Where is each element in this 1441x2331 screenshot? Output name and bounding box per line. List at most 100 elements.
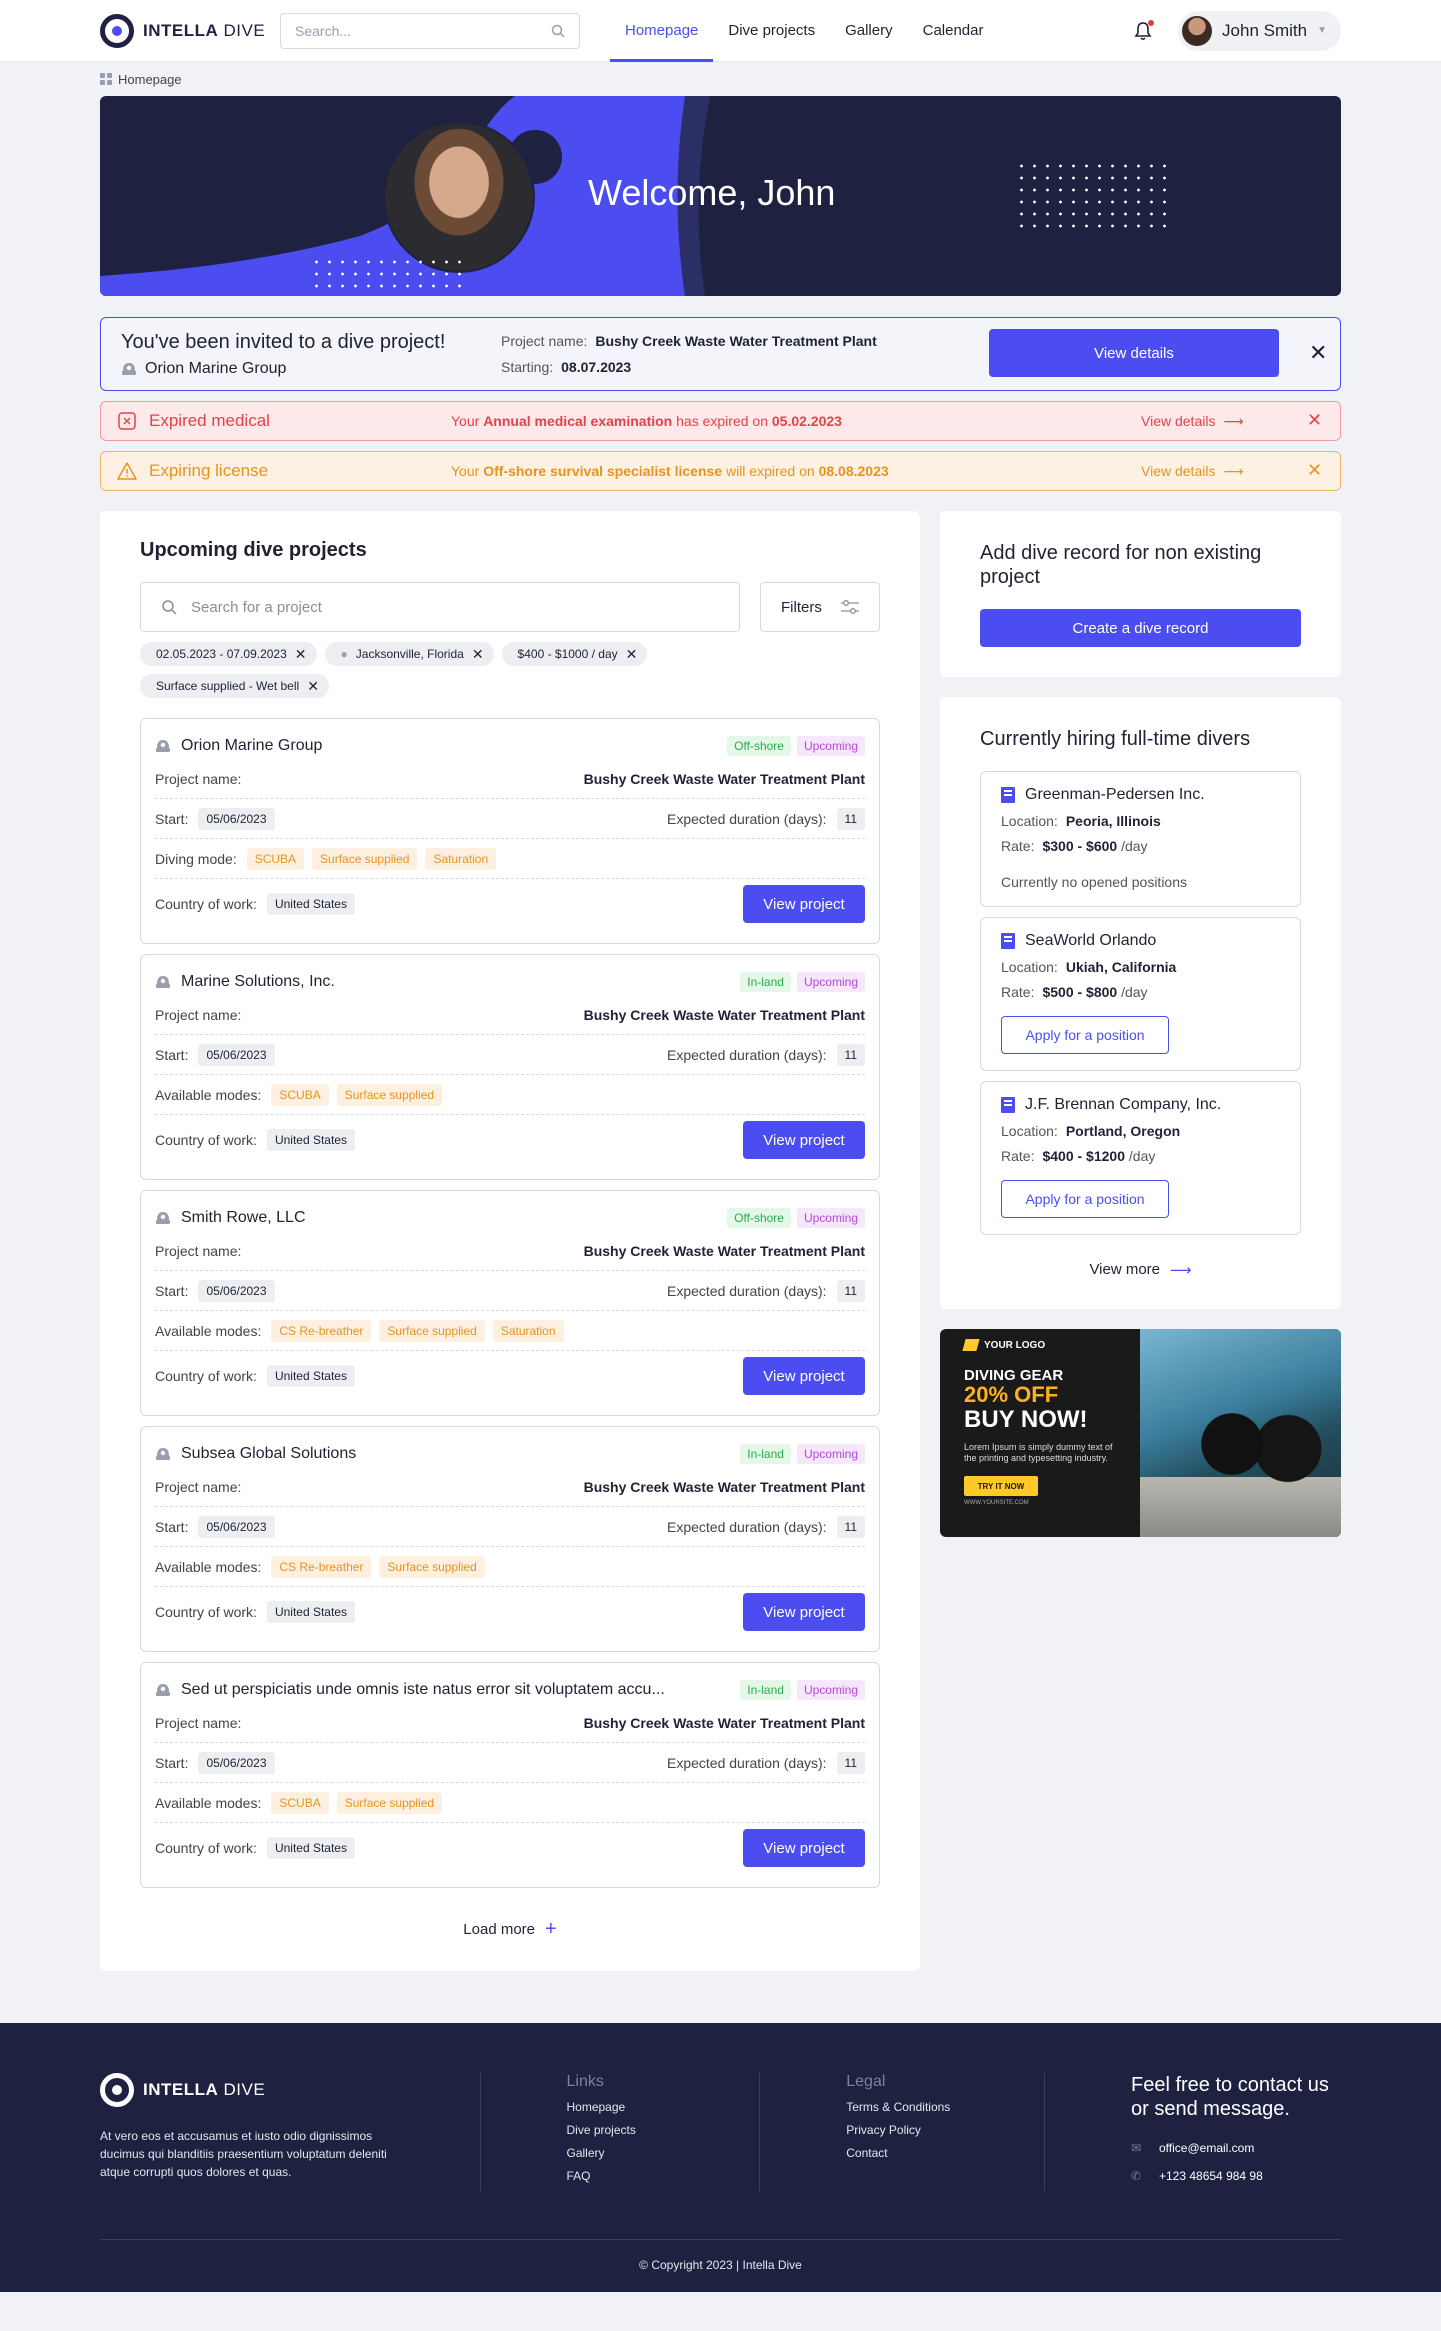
mode-tag: CS Re-breather: [271, 1555, 372, 1578]
view-project-button[interactable]: View project: [743, 1357, 865, 1395]
view-project-button[interactable]: View project: [743, 1121, 865, 1159]
status-badge: Upcoming: [796, 1444, 865, 1464]
view-project-button[interactable]: View project: [743, 885, 865, 923]
country-label: Country of work:: [155, 1132, 257, 1148]
view-project-button[interactable]: View project: [743, 1593, 865, 1631]
footer-link[interactable]: FAQ: [567, 2169, 760, 2183]
company-location: Portland, Oregon: [1065, 1123, 1181, 1139]
project-name-value: Bushy Creek Waste Water Treatment Plant: [583, 770, 865, 787]
user-menu[interactable]: John Smith ▼: [1178, 10, 1341, 51]
project-search-input[interactable]: Search for a project: [140, 582, 740, 632]
load-more-button[interactable]: Load more +: [140, 1918, 880, 1941]
invite-view-details-button[interactable]: View details: [989, 329, 1279, 377]
breadcrumb-current[interactable]: Homepage: [118, 72, 182, 87]
project-name-value: Bushy Creek Waste Water Treatment Plant: [583, 1006, 865, 1023]
footer-link[interactable]: Privacy Policy: [846, 2123, 1044, 2137]
start-date: 05/06/2023: [198, 1043, 275, 1066]
start-label: Start:: [155, 1754, 189, 1771]
company-name: Greenman-Pedersen Inc.: [1025, 786, 1205, 803]
project-org: Marine Solutions, Inc.: [181, 973, 335, 990]
chevron-down-icon: ▼: [1317, 25, 1327, 36]
footer-link[interactable]: Homepage: [567, 2100, 760, 2114]
nav-dive-projects[interactable]: Dive projects: [713, 0, 830, 62]
duration-label: Expected duration (days):: [667, 1046, 827, 1063]
notifications-button[interactable]: [1132, 19, 1155, 42]
upcoming-projects-panel: Upcoming dive projects Search for a proj…: [100, 511, 920, 1971]
duration-value: 11: [836, 1515, 865, 1538]
invite-banner: You've been invited to a dive project! O…: [100, 317, 1341, 391]
footer-description: At vero eos et accusamus et iusto odio d…: [100, 2129, 387, 2179]
start-label: Start:: [155, 810, 189, 827]
view-project-button[interactable]: View project: [743, 1829, 865, 1867]
search-input[interactable]: Search...: [280, 12, 580, 49]
dots-decoration: [1015, 160, 1175, 232]
mode-tag: SCUBA: [271, 1791, 329, 1814]
ad-button[interactable]: TRY IT NOW: [964, 1476, 1038, 1496]
footer-link[interactable]: Terms & Conditions: [846, 2100, 1044, 2114]
project-org: Sed ut perspiciatis unde omnis iste natu…: [181, 1681, 665, 1698]
close-icon[interactable]: ✕: [295, 646, 307, 663]
company-rate: $400 - $1200: [1042, 1148, 1125, 1164]
nav-homepage[interactable]: Homepage: [610, 0, 714, 62]
warning-icon: [117, 461, 137, 481]
create-dive-record-button[interactable]: Create a dive record: [980, 609, 1301, 647]
project-card: Subsea Global Solutions In-land Upcoming…: [140, 1426, 880, 1652]
welcome-heading: Welcome, John: [588, 172, 836, 213]
alert-title: Expired medical: [149, 411, 270, 430]
close-icon[interactable]: ✕: [626, 646, 638, 663]
duration-label: Expected duration (days):: [667, 810, 827, 827]
modes-label: Available modes:: [155, 1322, 262, 1339]
active-filter-chips: 02.05.2023 - 07.09.2023 ✕ ● Jacksonville, …: [140, 642, 740, 698]
arrow-right-icon: ⟶: [1223, 412, 1244, 429]
close-icon[interactable]: ✕: [1307, 461, 1322, 479]
country-value: United States: [266, 1837, 355, 1859]
filter-chip[interactable]: $400 - $1000 / day ✕: [501, 642, 648, 666]
logo-icon: [100, 13, 134, 48]
close-icon[interactable]: ✕: [1309, 342, 1327, 364]
close-icon[interactable]: ✕: [307, 678, 319, 695]
arrow-right-icon: ⟶: [1223, 462, 1244, 479]
breadcrumb: Homepage: [0, 62, 1441, 96]
filter-chip[interactable]: Surface supplied - Wet bell ✕: [140, 674, 329, 698]
contact-email[interactable]: ✉ office@email.com: [1131, 2141, 1341, 2155]
filters-button[interactable]: Filters: [760, 582, 880, 632]
filter-chip[interactable]: ● Jacksonville, Florida ✕: [324, 642, 494, 666]
footer-link[interactable]: Gallery: [567, 2146, 760, 2160]
alert-view-details-link[interactable]: View details ⟶: [1141, 463, 1244, 480]
project-name-label: Project name:: [155, 770, 242, 787]
user-name: John Smith: [1222, 20, 1308, 40]
duration-value: 11: [836, 807, 865, 830]
view-more-button[interactable]: View more ⟶: [980, 1261, 1301, 1279]
main-nav: Homepage Dive projects Gallery Calendar: [610, 0, 998, 62]
ad-cta-text: BUY NOW!: [964, 1406, 1088, 1433]
helmet-icon: [156, 1448, 170, 1460]
status-badge: Upcoming: [796, 736, 865, 756]
alert-view-details-link[interactable]: View details ⟶: [1141, 413, 1244, 430]
sliders-icon: [841, 600, 859, 614]
duration-value: 11: [836, 1751, 865, 1774]
footer-logo[interactable]: INTELLA DIVE: [100, 2073, 480, 2107]
apply-position-button[interactable]: Apply for a position: [1001, 1016, 1169, 1054]
close-icon[interactable]: ✕: [472, 646, 484, 663]
invite-project-value: Bushy Creek Waste Water Treatment Plant: [595, 333, 877, 349]
mode-tag: Saturation: [492, 1319, 564, 1342]
modes-label: Available modes:: [155, 1558, 262, 1575]
duration-label: Expected duration (days):: [667, 1518, 827, 1535]
apply-position-button[interactable]: Apply for a position: [1001, 1180, 1169, 1218]
contact-phone[interactable]: ✆ +123 48654 984 98: [1131, 2169, 1341, 2183]
start-label: Start:: [155, 1518, 189, 1535]
close-icon[interactable]: ✕: [1307, 411, 1322, 429]
nav-gallery[interactable]: Gallery: [830, 0, 908, 62]
company-name: SeaWorld Orlando: [1025, 932, 1157, 949]
footer-link[interactable]: Contact: [846, 2146, 1044, 2160]
search-icon: [162, 600, 177, 615]
brand-logo[interactable]: INTELLA DIVE: [100, 13, 280, 48]
per-day: /day: [1128, 1148, 1156, 1164]
notification-dot: [1148, 19, 1155, 26]
filter-chip[interactable]: 02.05.2023 - 07.09.2023 ✕: [140, 642, 317, 666]
nav-calendar[interactable]: Calendar: [908, 0, 999, 62]
project-org: Orion Marine Group: [181, 737, 323, 754]
invite-org: Orion Marine Group: [145, 359, 287, 377]
footer-link[interactable]: Dive projects: [567, 2123, 760, 2137]
advertisement-banner[interactable]: YOUR LOGO DIVING GEAR 20% OFF BUY NOW! L…: [940, 1329, 1341, 1537]
